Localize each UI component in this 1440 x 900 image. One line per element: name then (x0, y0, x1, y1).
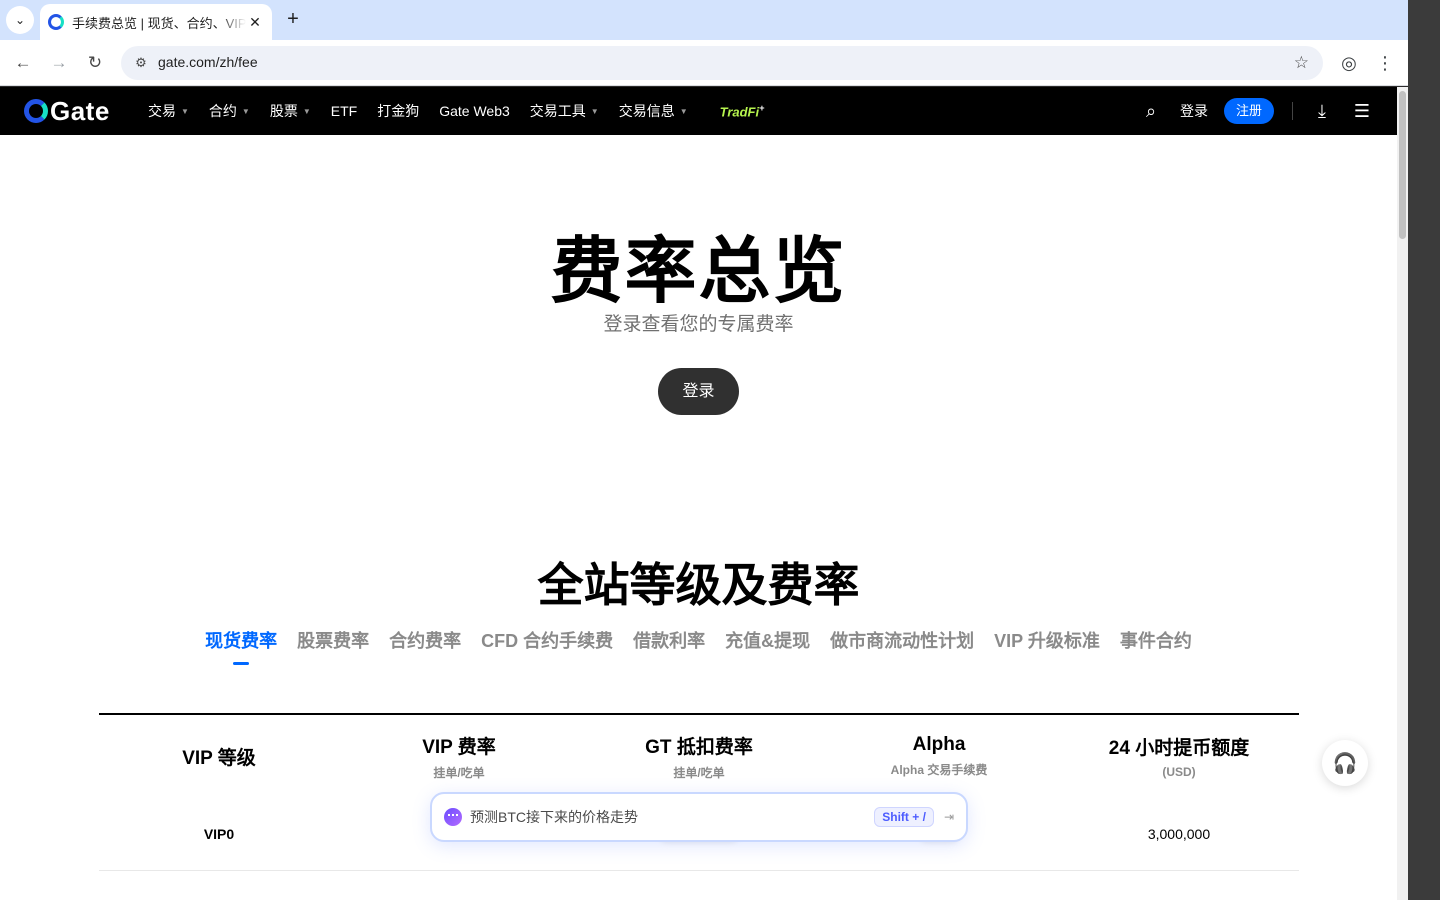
nav-item-trade[interactable]: 交易 ▼ (148, 101, 189, 121)
nav-item-futures[interactable]: 合约 ▼ (209, 101, 250, 121)
tab-borrow-rate[interactable]: 借款利率 (633, 627, 705, 665)
header-sub: 挂单/吃单 (433, 765, 485, 780)
nav-label: 合约 (208, 103, 237, 119)
caret-down-icon: ▼ (590, 106, 599, 116)
tab-cfd-fee[interactable]: CFD 合约手续费 (481, 627, 613, 665)
header-main: 24 小时提币额度 (1108, 738, 1250, 759)
tab-vip-standard[interactable]: VIP 升级标准 (994, 627, 1100, 665)
page-viewport: Gate 交易 ▼ 合约 ▼ 股票 ▼ ETF 打金狗 Gate Web3 交易工具 ▼… (0, 87, 1408, 900)
search-icon[interactable]: ⌕ (1140, 101, 1162, 122)
nav-item-stocks[interactable]: 股票 ▼ (270, 101, 311, 121)
scrollbar-thumb[interactable] (1399, 91, 1406, 239)
tab-deposit-withdraw[interactable]: 充值&提现 (725, 627, 810, 665)
browser-toolbar: ← → ↻ ⚙ gate.com/zh/fee ☆ ◎ ⋮ (0, 40, 1408, 86)
headset-glyph: 🎧 (1332, 752, 1358, 775)
hero-login-button[interactable]: 登录 (658, 368, 739, 415)
nav-item-info[interactable]: 交易信息 ▼ (619, 101, 688, 121)
cell-vip-level: VIP0 (203, 825, 235, 842)
ai-assistant-input[interactable]: 预测BTC接下来的价格走势 Shift + / ⇥ (430, 792, 968, 842)
tradfi-plus: + (759, 102, 765, 113)
nav-label: 股票 (269, 103, 298, 119)
header-gt-rate: GT 抵扣费率挂单/吃单 (579, 715, 819, 797)
header-divider (1292, 102, 1293, 120)
tab-stock-fee[interactable]: 股票费率 (297, 627, 369, 665)
forward-button[interactable]: → (47, 51, 71, 75)
header-sub: (USD) (1162, 765, 1196, 779)
site-header: Gate 交易 ▼ 合约 ▼ 股票 ▼ ETF 打金狗 Gate Web3 交易工具 ▼… (0, 87, 1397, 135)
header-login-link[interactable]: 登录 (1180, 101, 1208, 121)
header-main: VIP 等级 (182, 747, 256, 769)
header-main: Alpha (912, 734, 966, 755)
chevron-down-icon: ⌄ (14, 13, 26, 27)
nav-label: Gate Web3 (439, 103, 510, 119)
header-actions: ⌕ 登录 注册 ⤓ ☰ (1140, 87, 1373, 135)
tab-futures-fee[interactable]: 合约费率 (389, 627, 461, 665)
hero-subtitle: 登录查看您的专属费率 (603, 314, 794, 335)
browser-tab-active[interactable]: 手续费总览 | 现货、合约、VIP ✕ (40, 4, 272, 40)
gate-logo[interactable]: Gate (24, 95, 110, 126)
cell-withdraw-limit: 3,000,000 (1147, 825, 1211, 842)
page-scrollbar[interactable] (1397, 87, 1408, 900)
tab-spot-fee[interactable]: 现货费率 (205, 627, 277, 665)
ai-assistant-icon (444, 808, 462, 826)
header-withdraw-limit: 24 小时提币额度 (USD) (1059, 715, 1299, 797)
caret-down-icon: ▼ (181, 106, 189, 116)
desktop-edge (1408, 0, 1440, 900)
main-nav: 交易 ▼ 合约 ▼ 股票 ▼ ETF 打金狗 Gate Web3 交易工具 ▼ 交易信息… (148, 87, 784, 135)
header-vip-level: VIP 等级 (99, 715, 339, 797)
bookmark-star-icon[interactable]: ☆ (1294, 51, 1309, 75)
nav-label: 打金狗 (377, 103, 420, 119)
close-icon[interactable]: ✕ (246, 14, 264, 31)
header-sub: Alpha 交易手续费 (890, 763, 988, 777)
new-tab-button[interactable]: + (282, 8, 304, 30)
fee-tabs: 现货费率 股票费率 合约费率 CFD 合约手续费 借款利率 充值&提现 做市商流… (0, 627, 1397, 665)
browser-tabbar: ⌄ 手续费总览 | 现货、合约、VIP ✕ + (0, 0, 1408, 40)
tab-search-button[interactable]: ⌄ (6, 6, 34, 34)
reload-button[interactable]: ↻ (83, 51, 107, 75)
browser-menu-icon[interactable]: ⋮ (1373, 51, 1397, 75)
nav-item-etf[interactable]: ETF (331, 103, 357, 119)
nav-item-tools[interactable]: 交易工具 ▼ (530, 101, 599, 121)
ai-prompt-text[interactable]: 预测BTC接下来的价格走势 (470, 807, 874, 827)
logo-text: Gate (50, 95, 110, 126)
site-info-icon[interactable]: ⚙ (129, 51, 153, 75)
header-sub: 挂单/吃单 (673, 765, 725, 780)
nav-label: 交易 (148, 103, 176, 119)
caret-down-icon: ▼ (302, 106, 311, 116)
nav-label: 交易信息 (618, 103, 675, 119)
support-headset-icon[interactable]: 🎧 (1322, 740, 1368, 786)
caret-down-icon: ▼ (241, 106, 250, 116)
header-main: VIP 费率 (422, 736, 496, 758)
tab-event-contract[interactable]: 事件合约 (1120, 627, 1192, 665)
section-title: 全站等级及费率 (537, 559, 860, 611)
back-button[interactable]: ← (11, 51, 35, 75)
tradfi-text: TradFi (719, 104, 760, 120)
nav-item-web3[interactable]: Gate Web3 (439, 103, 510, 119)
download-icon[interactable]: ⤓ (1311, 101, 1333, 122)
url-text[interactable]: gate.com/zh/fee (158, 54, 258, 70)
shortcut-badge: Shift + / (874, 807, 934, 827)
table-header: VIP 等级 VIP 费率 挂单/吃单 GT 抵扣费率 挂单/吃单 Alpha Alp… (99, 715, 1299, 797)
nav-item-meme[interactable]: 打金狗 (377, 101, 419, 121)
gate-logo-icon (24, 99, 48, 123)
tab-market-maker[interactable]: 做市商流动性计划 (830, 627, 974, 665)
register-button[interactable]: 注册 (1223, 98, 1274, 124)
header-vip-rate: VIP 费率挂单/吃单 (339, 715, 579, 797)
profile-icon[interactable]: ◎ (1337, 51, 1361, 75)
header-alpha: Alpha Alpha 交易手续费 (819, 715, 1059, 797)
nav-item-tradfi[interactable]: TradFi+ (718, 103, 765, 119)
caret-down-icon: ▼ (679, 106, 688, 116)
menu-icon[interactable]: ☰ (1351, 101, 1373, 122)
nav-label: ETF (330, 103, 358, 119)
address-bar[interactable]: ⚙ gate.com/zh/fee ☆ (121, 46, 1323, 80)
gate-favicon-icon (48, 14, 64, 30)
collapse-arrow-icon[interactable]: ⇥ (944, 810, 954, 824)
nav-label: 交易工具 (529, 103, 586, 119)
tab-title: 手续费总览 | 现货、合约、VIP (72, 15, 246, 31)
header-main: GT 抵扣费率 (645, 736, 753, 758)
page-title: 费率总览 (550, 232, 847, 312)
tradfi-logo: TradFi+ (720, 103, 765, 119)
